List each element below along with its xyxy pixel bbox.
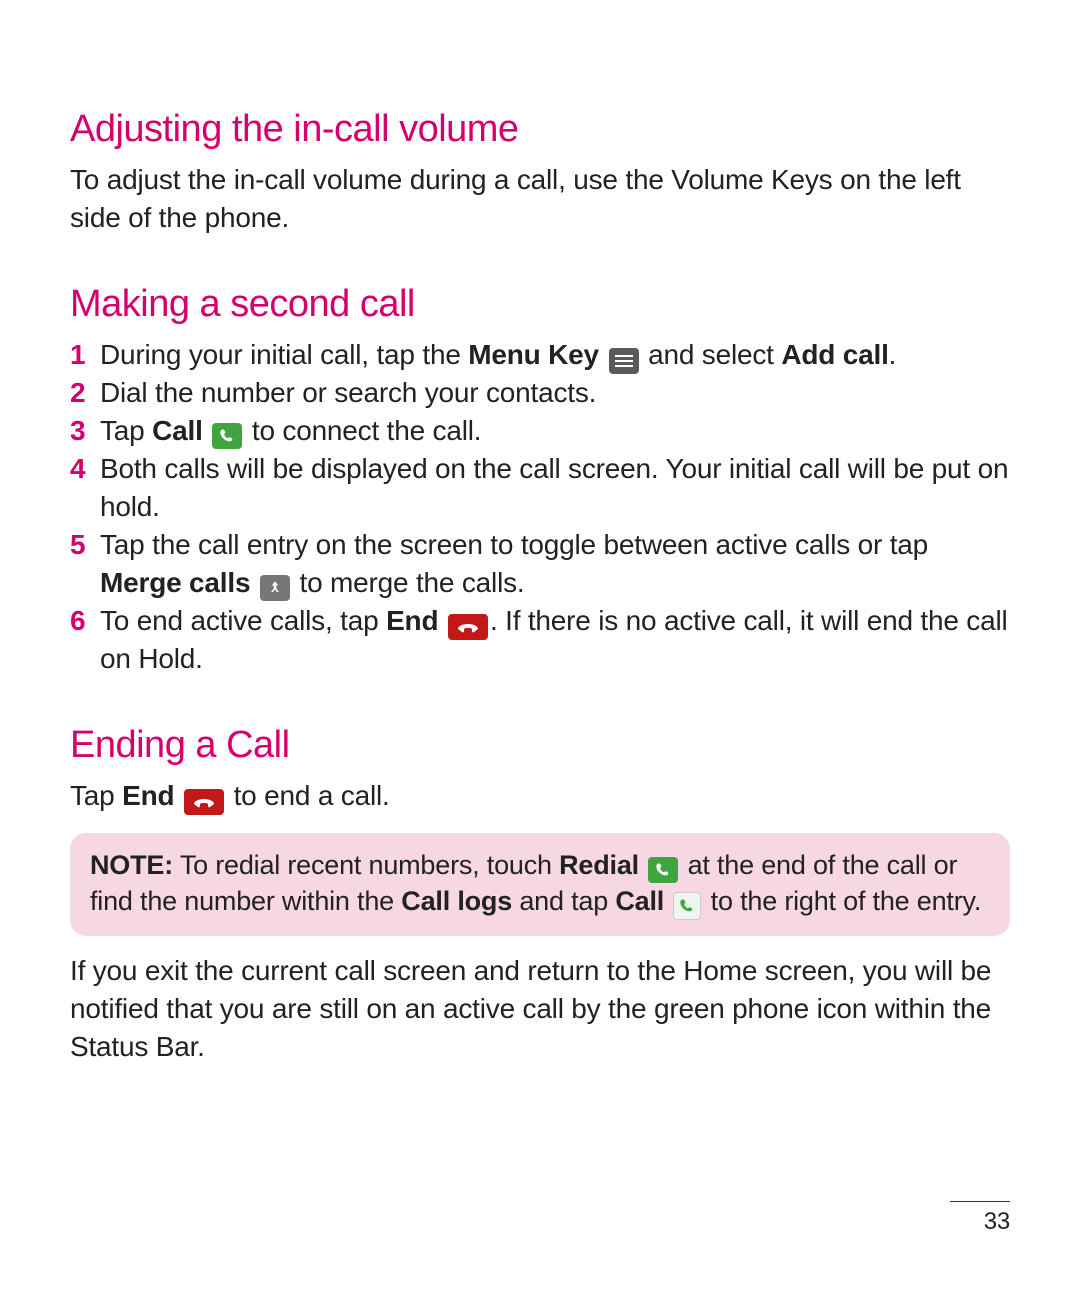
step-number: 4 (70, 450, 100, 488)
menu-key-icon (609, 348, 639, 374)
step-3: 3 Tap Call to connect the call. (70, 412, 1010, 450)
step-2: 2 Dial the number or search your contact… (70, 374, 1010, 412)
manual-page: Adjusting the in-call volume To adjust t… (0, 0, 1080, 1296)
steps-second-call: 1 During your initial call, tap the Menu… (70, 336, 1010, 678)
step-number: 5 (70, 526, 100, 564)
step-number: 2 (70, 374, 100, 412)
heading-ending-call: Ending a Call (70, 724, 1010, 767)
step-5: 5 Tap the call entry on the screen to to… (70, 526, 1010, 602)
call-icon (212, 423, 242, 449)
note-label: NOTE: (90, 850, 173, 880)
body-after-note: If you exit the current call screen and … (70, 952, 1010, 1066)
merge-calls-icon (260, 575, 290, 601)
body-adjusting-volume: To adjust the in-call volume during a ca… (70, 161, 1010, 237)
redial-icon (648, 857, 678, 883)
step-4: 4 Both calls will be displayed on the ca… (70, 450, 1010, 526)
step-text: To end active calls, tap End . If there … (100, 602, 1010, 678)
page-number: 33 (984, 1208, 1010, 1235)
step-1: 1 During your initial call, tap the Menu… (70, 336, 1010, 374)
step-number: 3 (70, 412, 100, 450)
step-text: Dial the number or search your contacts. (100, 374, 1010, 412)
step-number: 6 (70, 602, 100, 640)
step-number: 1 (70, 336, 100, 374)
footer-rule (950, 1201, 1010, 1202)
step-text: During your initial call, tap the Menu K… (100, 336, 1010, 374)
step-text: Both calls will be displayed on the call… (100, 450, 1010, 526)
end-call-icon (448, 614, 488, 640)
end-call-icon (184, 789, 224, 815)
heading-adjusting-volume: Adjusting the in-call volume (70, 108, 1010, 151)
page-footer: 33 (950, 1201, 1010, 1236)
heading-second-call: Making a second call (70, 283, 1010, 326)
call-small-icon (673, 892, 701, 920)
step-text: Tap the call entry on the screen to togg… (100, 526, 1010, 602)
step-text: Tap Call to connect the call. (100, 412, 1010, 450)
note-box: NOTE: To redial recent numbers, touch Re… (70, 833, 1010, 936)
step-6: 6 To end active calls, tap End . If ther… (70, 602, 1010, 678)
body-ending-call: Tap End to end a call. (70, 777, 1010, 815)
